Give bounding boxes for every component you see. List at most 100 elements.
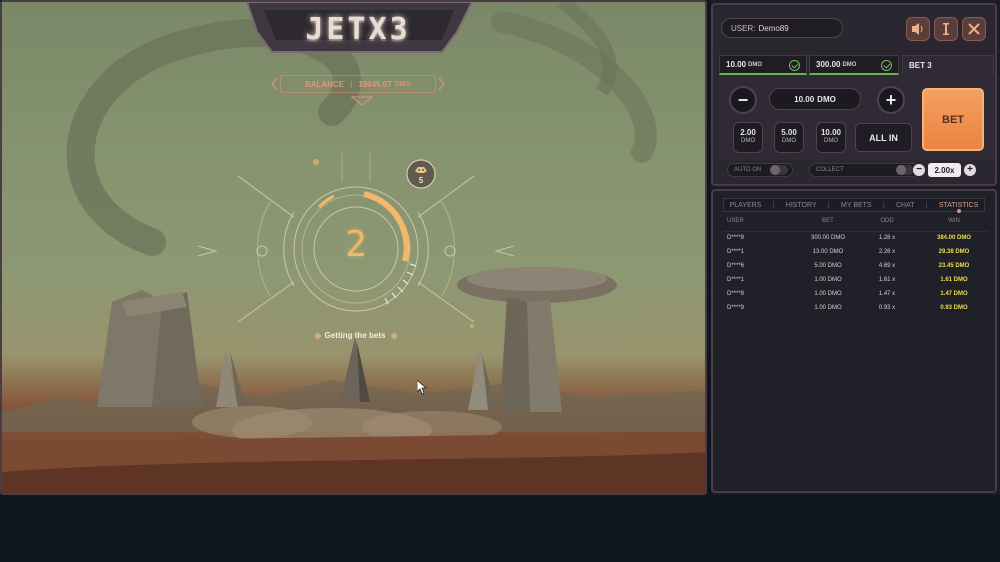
logo-text: JETX3 [305,12,411,47]
tab-players[interactable]: PLAYERS [730,202,762,209]
cell-win: 384.00 DMO [936,235,972,241]
chip-value: 2.00 [740,128,756,137]
all-in-button[interactable]: ALL IN [855,123,912,152]
cell-user: D****1 [727,277,745,283]
round-counter: 2 [345,224,367,265]
bet-tab-2-value: 300.00 [816,60,841,69]
cell-win: 23.45 DMO [938,263,970,269]
cell-odd: 0.93 x [878,305,896,311]
cell-win: 0.93 DMO [940,305,968,311]
cell-bet: 1.00 DMO [814,291,842,297]
auto-collect-toggle[interactable]: COLLECT [809,163,919,177]
quick-bet-chip-10[interactable]: 10.00 DMO [816,122,846,153]
cell-odd: 2.26 x [878,249,896,255]
cell-bet: 300.00 DMO [810,235,846,241]
bet-tab-1-value: 10.00 [726,60,747,69]
col-odd: ODD [880,218,894,224]
game-logo: JETX3 [242,2,474,66]
user-name: Demo89 [758,23,789,33]
decrease-bet-button[interactable]: − [729,86,757,114]
table-row: D****8 1.00 DMO 1.47 x 1.47 DMO [723,291,988,303]
tab-my-bets[interactable]: MY BETS [841,202,872,209]
cell-bet: 5.00 DMO [814,263,842,269]
collect-decrease-button[interactable]: − [913,164,925,176]
bet-tab-2[interactable]: 300.00 DMO [809,55,899,75]
table-divider [723,231,988,232]
bet-amount-field[interactable]: 10.00 DMO [769,88,861,110]
game-scene: JETX3 BALANCE | 19645.07 DMO 5 2 Getting… [0,0,707,495]
chip-value: 5.00 [781,128,797,137]
cell-win: 1.61 DMO [940,277,968,283]
cell-bet: 13.00 DMO [812,249,844,255]
tab-chat[interactable]: CHAT [896,202,915,209]
close-icon [968,23,980,35]
auto-on-label: AUTO ON [734,167,762,173]
bet-tab-1-unit: DMO [748,61,763,68]
toggle-switch [770,165,788,175]
info-button[interactable] [934,17,958,41]
sound-icon [912,23,923,35]
bet-area: − 10.00 DMO + 2.00 DMO 5.00 DMO 10.00 DM… [719,76,994,160]
balance-unit: DMO [394,80,412,88]
bet-tab-1[interactable]: 10.00 DMO [719,55,807,75]
quick-bet-chip-5[interactable]: 5.00 DMO [774,122,804,153]
increase-bet-button[interactable]: + [877,86,905,114]
side-panel: USER: Demo89 10.00 DMO 300.00 DMO BET 3 … [711,0,1000,495]
mouse-cursor-icon [417,380,427,395]
table-row: D****9 300.00 DMO 1.28 x 384.00 DMO [723,235,988,247]
bet-controls-box: USER: Demo89 10.00 DMO 300.00 DMO BET 3 … [711,3,997,186]
place-bet-button[interactable]: BET [922,88,984,151]
cell-odd: 1.28 x [878,235,896,241]
info-tabs: PLAYERS | HISTORY | MY BETS | CHAT | STA… [723,198,985,213]
bet-tab-3-label: BET 3 [909,61,932,70]
cell-odd: 1.47 x [878,291,896,297]
app-root: JETX3 BALANCE | 19645.07 DMO 5 2 Getting… [0,0,1000,562]
info-box: PLAYERS | HISTORY | MY BETS | CHAT | STA… [711,189,997,493]
check-icon [881,60,892,71]
user-field: USER: Demo89 [721,18,843,38]
cell-user: D****9 [727,235,745,241]
tab-separator: | [882,201,885,209]
info-icon [943,23,949,35]
chip-unit: DMO [824,138,838,144]
table-row: D****1 13.00 DMO 2.26 x 29.38 DMO [723,249,988,261]
balance-value: 19645.07 [358,79,392,89]
cell-bet: 1.00 DMO [814,305,842,311]
check-icon [789,60,800,71]
bet-tab-3[interactable]: BET 3 [902,55,994,75]
tab-statistics[interactable]: STATISTICS [939,202,978,213]
table-header: USER BET ODD WIN [723,218,988,230]
chip-unit: DMO [741,138,755,144]
collect-increase-button[interactable]: + [964,164,976,176]
bet-tab-2-unit: DMO [842,61,857,68]
tab-separator: | [772,201,775,209]
players-badge: 5 [406,159,436,189]
balance-display: BALANCE | 19645.07 DMO [280,75,436,93]
chip-unit: DMO [782,138,796,144]
cell-odd: 1.61 x [878,277,896,283]
round-status: Getting the bets [324,331,386,340]
cell-win: 29.38 DMO [938,249,970,255]
cell-user: D****1 [727,249,745,255]
tab-separator: | [827,201,830,209]
tab-history[interactable]: HISTORY [786,202,817,209]
cell-user: D****6 [727,263,745,269]
cell-odd: 4.69 x [878,263,896,269]
col-user: USER [727,218,744,224]
cell-user: D****9 [727,305,745,311]
auto-on-toggle[interactable]: AUTO ON [727,163,793,177]
table-row: D****9 1.00 DMO 0.93 x 0.93 DMO [723,305,988,317]
close-button[interactable] [962,17,986,41]
collect-multiplier-input[interactable]: 2.00x [928,163,961,177]
table-row: D****6 5.00 DMO 4.69 x 23.45 DMO [723,263,988,275]
balance-label: BALANCE [304,79,345,89]
cell-user: D****8 [727,291,745,297]
cell-bet: 1.00 DMO [814,277,842,283]
sound-button[interactable] [906,17,930,41]
quick-bet-chip-2[interactable]: 2.00 DMO [733,122,763,153]
tab-separator: | [925,201,928,209]
chip-value: 10.00 [820,128,842,137]
bet-amount-value: 10.00 [794,94,815,104]
players-count: 5 [418,176,424,185]
col-bet: BET [822,218,834,224]
